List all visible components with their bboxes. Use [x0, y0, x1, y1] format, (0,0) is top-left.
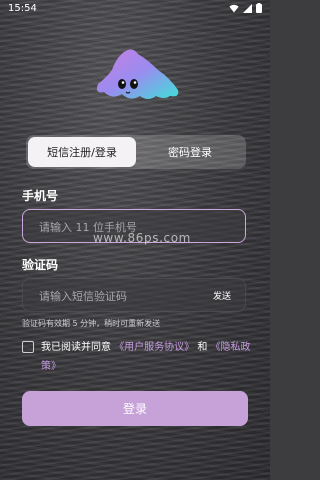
agreement-and: 和: [197, 342, 208, 353]
agreement-checkbox[interactable]: [22, 341, 34, 353]
agreement-text: 我已阅读并同意 《用户服务协议》 和 《隐私政策》: [41, 338, 253, 376]
code-validity-hint: 验证码有效期 5 分钟，稍时可重新发送: [22, 319, 161, 328]
signal-icon: [243, 3, 252, 13]
mascot-logo: [96, 49, 179, 99]
terms-link[interactable]: 《用户服务协议》: [114, 342, 194, 353]
code-input[interactable]: [37, 279, 201, 313]
login-button[interactable]: 登录: [22, 391, 248, 426]
tab-sms-login[interactable]: 短信注册/登录: [28, 137, 136, 167]
login-mode-tabs: 短信注册/登录 密码登录: [26, 135, 246, 169]
battery-icon: [256, 3, 262, 13]
phone-label: 手机号: [22, 189, 59, 203]
send-code-button[interactable]: 发送: [213, 279, 231, 311]
status-time: 15:54: [8, 3, 37, 14]
agreement-prefix: 我已阅读并同意: [41, 342, 111, 353]
wifi-icon: [229, 4, 239, 12]
status-bar: 15:54: [0, 0, 270, 18]
code-label: 验证码: [22, 258, 59, 272]
code-field: 发送: [22, 278, 246, 313]
tab-password-login[interactable]: 密码登录: [136, 137, 244, 167]
watermark: www.86ps.com: [93, 231, 191, 245]
status-icons: [229, 3, 262, 13]
